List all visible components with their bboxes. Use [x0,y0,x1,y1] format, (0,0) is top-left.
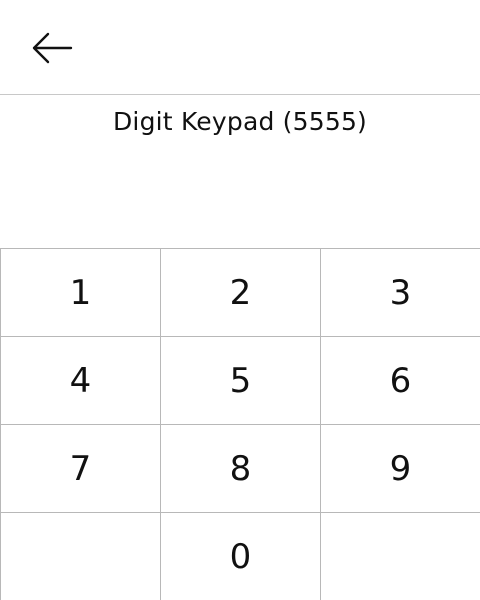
key-empty-left [1,513,161,600]
key-5[interactable]: 5 [161,337,321,425]
back-button[interactable] [22,20,82,76]
key-7[interactable]: 7 [1,425,161,513]
key-4[interactable]: 4 [1,337,161,425]
arrow-left-icon [32,32,73,64]
key-8[interactable]: 8 [161,425,321,513]
key-2[interactable]: 2 [161,249,321,337]
digit-keypad: 1 2 3 4 5 6 7 8 9 0 [0,248,480,600]
key-9[interactable]: 9 [321,425,480,513]
key-3[interactable]: 3 [321,249,480,337]
key-0[interactable]: 0 [161,513,321,600]
key-empty-right [321,513,480,600]
page-title: Digit Keypad (5555) [112,107,368,136]
app-header [0,0,480,95]
key-6[interactable]: 6 [321,337,480,425]
key-1[interactable]: 1 [1,249,161,337]
